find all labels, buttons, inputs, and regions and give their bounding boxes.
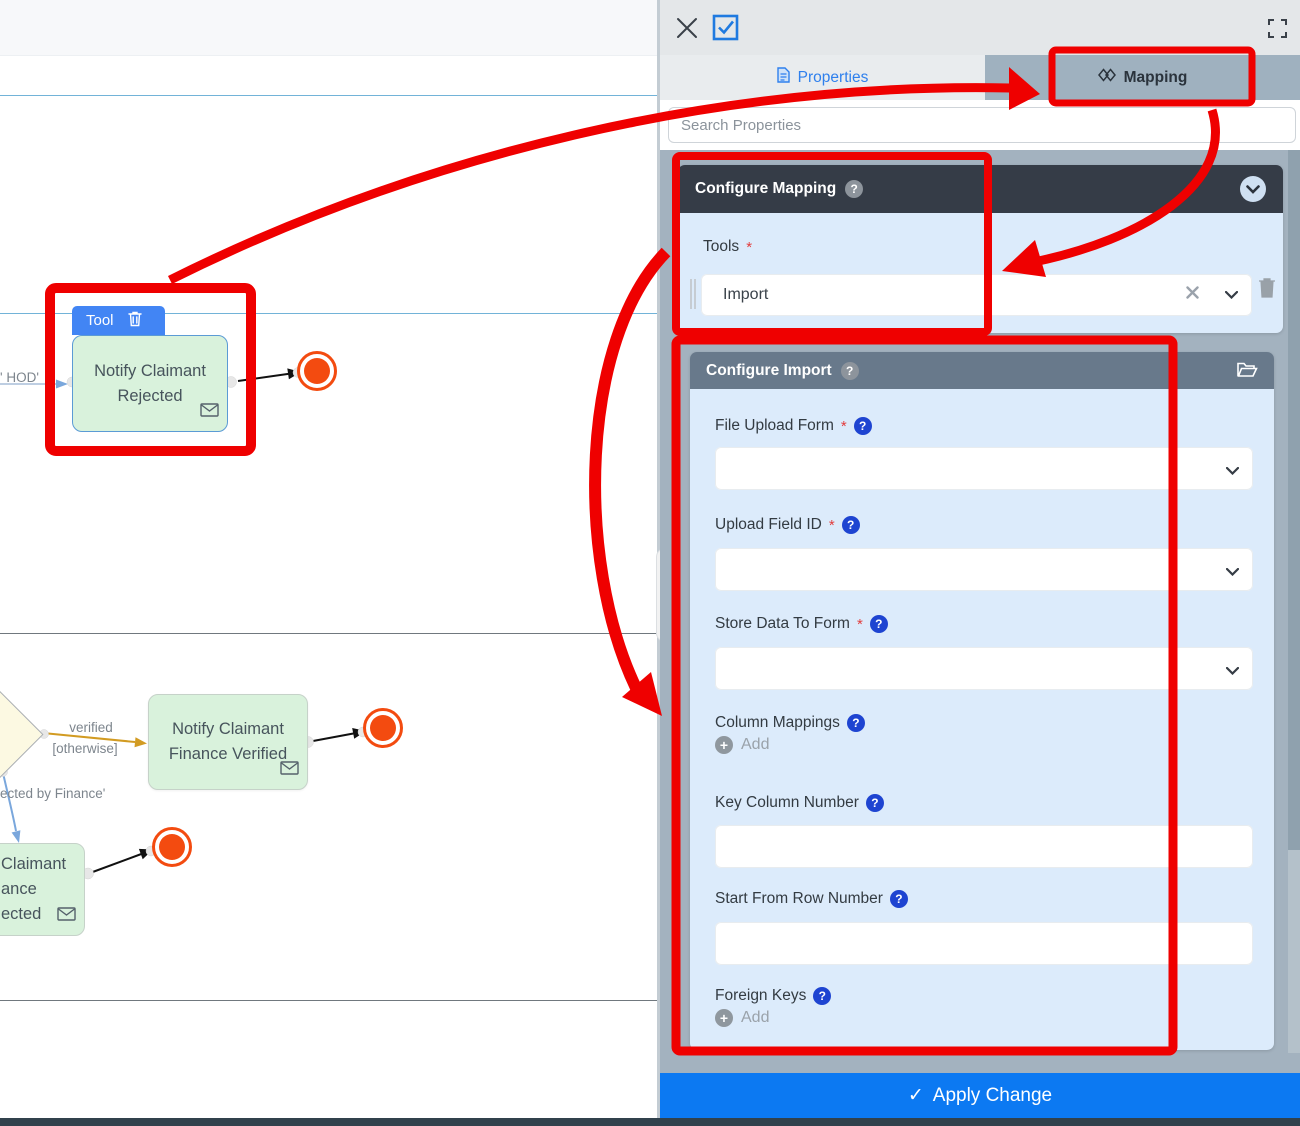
key-column-number-label: Key Column Number ? bbox=[715, 794, 884, 812]
file-upload-form-select[interactable] bbox=[715, 447, 1253, 490]
chevron-down-icon[interactable] bbox=[1224, 286, 1239, 304]
multiselect-checkbox-icon[interactable] bbox=[712, 14, 739, 46]
field-label-text: Store Data To Form bbox=[715, 615, 850, 632]
edge-label-verified: verified bbox=[69, 720, 113, 735]
search-properties-input[interactable] bbox=[668, 107, 1296, 143]
diagram-edges-layer bbox=[0, 351, 403, 880]
configure-import-body: File Upload Form * ? Upload Field ID * ?… bbox=[690, 389, 1274, 1050]
help-icon[interactable]: ? bbox=[813, 987, 832, 1005]
column-mappings-label: Column Mappings ? bbox=[715, 714, 865, 732]
edge-label-rejected-by-finance: ected by Finance' bbox=[0, 786, 106, 801]
apply-change-button[interactable]: ✓ Apply Change bbox=[660, 1073, 1300, 1118]
folder-open-icon[interactable] bbox=[1237, 361, 1258, 383]
help-icon[interactable]: ? bbox=[889, 890, 908, 908]
chevron-down-icon bbox=[1225, 662, 1240, 680]
key-column-number-input[interactable] bbox=[715, 825, 1253, 868]
tool-badge-label: Tool bbox=[86, 312, 114, 329]
field-label-text: Foreign Keys bbox=[715, 987, 807, 1004]
field-label-text: Key Column Number bbox=[715, 794, 859, 811]
store-data-to-form-select[interactable] bbox=[715, 647, 1253, 690]
tab-mapping[interactable]: Mapping bbox=[985, 55, 1300, 100]
tab-properties[interactable]: Properties bbox=[660, 55, 985, 100]
file-upload-form-label: File Upload Form * ? bbox=[715, 417, 872, 435]
delete-mapping-icon[interactable] bbox=[1258, 277, 1276, 304]
mapping-icon bbox=[1097, 68, 1116, 87]
clear-selection-icon[interactable] bbox=[1186, 286, 1199, 304]
task-label: Notify Claimant bbox=[172, 720, 284, 738]
foreign-keys-add-button[interactable]: + Add bbox=[715, 1009, 769, 1027]
task-notify-claimant-finance-verified[interactable]: Notify Claimant Finance Verified bbox=[148, 694, 308, 790]
bottom-bar bbox=[0, 1118, 1300, 1126]
configure-import-card: Configure Import ? File Upload Form * ? … bbox=[690, 352, 1274, 1050]
help-icon[interactable]: ? bbox=[869, 615, 888, 633]
start-from-row-number-label: Start From Row Number ? bbox=[715, 890, 908, 908]
apply-change-label: Apply Change bbox=[932, 1084, 1053, 1106]
field-label-text: Column Mappings bbox=[715, 714, 840, 731]
configure-import-title: Configure Import bbox=[706, 361, 832, 379]
configure-mapping-body: Tools * Import bbox=[678, 213, 1283, 333]
collapse-section-button[interactable] bbox=[1240, 176, 1266, 202]
tools-select[interactable]: Import bbox=[701, 274, 1252, 316]
task-label: Claimant bbox=[1, 855, 67, 873]
tab-mapping-label: Mapping bbox=[1123, 68, 1188, 86]
help-icon[interactable]: ? bbox=[853, 417, 872, 435]
drag-grip[interactable] bbox=[690, 279, 692, 309]
properties-panel: Properties Mapping Configure Mapping ? T… bbox=[660, 0, 1300, 1126]
tab-properties-label: Properties bbox=[797, 68, 869, 86]
upload-field-id-label: Upload Field ID * ? bbox=[715, 516, 860, 534]
panel-tabs: Properties Mapping bbox=[660, 55, 1300, 100]
plus-circle-icon: + bbox=[715, 736, 733, 754]
required-marker: * bbox=[828, 516, 835, 534]
drag-grip[interactable] bbox=[694, 279, 696, 309]
task-label: Notify Claimant bbox=[94, 361, 206, 380]
task-label: ance bbox=[1, 880, 37, 898]
chevron-down-icon bbox=[1225, 563, 1240, 581]
configure-import-header: Configure Import ? bbox=[690, 352, 1274, 389]
field-label-text: File Upload Form bbox=[715, 417, 834, 434]
panel-scrollbar-thumb[interactable] bbox=[1288, 150, 1300, 850]
plus-circle-icon: + bbox=[715, 1009, 733, 1027]
help-icon[interactable]: ? bbox=[845, 180, 864, 198]
document-icon bbox=[776, 67, 790, 88]
start-from-row-number-input[interactable] bbox=[715, 922, 1253, 965]
field-label-text: Upload Field ID bbox=[715, 516, 822, 533]
required-marker: * bbox=[840, 417, 847, 435]
email-icon bbox=[200, 400, 219, 425]
add-label: Add bbox=[741, 1009, 770, 1026]
email-icon bbox=[280, 758, 299, 783]
required-marker: * bbox=[746, 238, 753, 256]
edge-label-hod: ' HOD' bbox=[0, 370, 39, 385]
delete-node-icon[interactable] bbox=[127, 311, 142, 331]
tool-badge[interactable]: Tool bbox=[72, 306, 165, 335]
column-mappings-add-button[interactable]: + Add bbox=[715, 736, 769, 754]
tools-field-label: Tools * bbox=[703, 238, 752, 256]
diagram-canvas[interactable]: ' HOD' Tool Notify Claimant Rejected ver… bbox=[0, 0, 660, 1126]
help-icon[interactable]: ? bbox=[840, 361, 859, 380]
help-icon[interactable]: ? bbox=[841, 516, 860, 534]
configure-mapping-title: Configure Mapping bbox=[695, 180, 837, 197]
task-notify-claimant-rejected[interactable]: Notify Claimant Rejected bbox=[72, 335, 228, 432]
field-label-text: Start From Row Number bbox=[715, 890, 883, 907]
tools-label-text: Tools bbox=[703, 238, 740, 255]
store-data-to-form-label: Store Data To Form * ? bbox=[715, 615, 888, 633]
search-row bbox=[660, 100, 1300, 150]
chevron-down-icon bbox=[1225, 462, 1240, 480]
edge-label-otherwise: [otherwise] bbox=[52, 741, 118, 756]
close-icon[interactable] bbox=[676, 17, 698, 44]
configure-mapping-card: Configure Mapping ? Tools * Import bbox=[678, 165, 1283, 333]
help-icon[interactable]: ? bbox=[846, 714, 865, 732]
tools-select-value: Import bbox=[723, 286, 769, 303]
expand-icon[interactable] bbox=[1268, 19, 1287, 43]
email-icon bbox=[57, 904, 76, 929]
check-icon: ✓ bbox=[907, 1085, 924, 1106]
add-label: Add bbox=[741, 736, 770, 753]
task-notify-claimant-finance-rejected[interactable]: Claimant ance ected bbox=[0, 843, 85, 936]
foreign-keys-label: Foreign Keys ? bbox=[715, 987, 832, 1005]
help-icon[interactable]: ? bbox=[865, 794, 884, 812]
configure-mapping-header: Configure Mapping ? bbox=[678, 165, 1283, 213]
required-marker: * bbox=[856, 615, 863, 633]
upload-field-id-select[interactable] bbox=[715, 548, 1253, 591]
panel-header bbox=[660, 0, 1300, 55]
